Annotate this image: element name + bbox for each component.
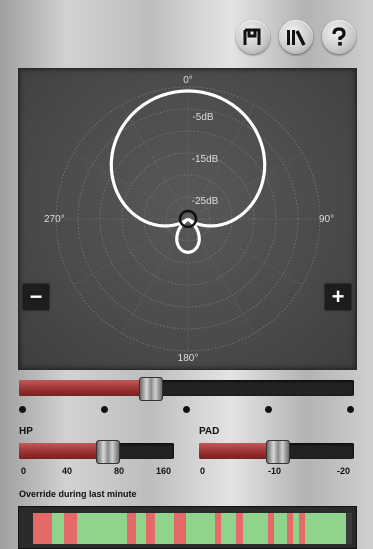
hp-tick-80: 80 [114, 466, 125, 476]
hp-slider[interactable] [19, 440, 174, 464]
history-segment [155, 513, 174, 544]
pad-slider-fill [199, 443, 277, 459]
help-icon [332, 27, 346, 46]
override-history-segments [33, 513, 353, 544]
pattern-slider-fill [19, 380, 150, 396]
pad-slider[interactable] [199, 440, 354, 464]
pattern-slider-thumb[interactable] [138, 377, 163, 401]
history-segment [173, 513, 187, 544]
ring-label-5db: -5dB [192, 112, 213, 123]
pattern-position-dot[interactable] [347, 406, 354, 413]
pattern-slider[interactable] [19, 377, 354, 401]
pattern-position-dot[interactable] [19, 406, 26, 413]
pattern-position-dot[interactable] [183, 406, 190, 413]
pattern-position-dot[interactable] [101, 406, 108, 413]
ring-label-15db: -15dB [192, 154, 219, 165]
history-segment [274, 513, 287, 544]
history-segment [51, 513, 65, 544]
hp-tick-40: 40 [62, 466, 73, 476]
history-segment [305, 513, 346, 544]
hp-tick-160: 160 [156, 466, 172, 476]
hp-slider-fill [19, 443, 108, 459]
angle-label-270: 270° [44, 214, 65, 225]
polar-pattern-display: 0° 90° 180° 270° -5dB -15dB -25dB − + [18, 68, 357, 370]
pad-tick-10: -10 [268, 466, 282, 476]
hp-tick-0: 0 [21, 466, 27, 476]
angle-label-0: 0° [183, 75, 193, 86]
pad-slider-thumb[interactable] [265, 440, 290, 464]
pattern-plus-button[interactable]: + [325, 284, 351, 310]
history-segment [145, 513, 156, 544]
hp-slider-thumb[interactable] [96, 440, 121, 464]
history-segment [186, 513, 215, 544]
history-segment [33, 513, 52, 544]
pad-tick-0: 0 [200, 466, 206, 476]
history-segment [346, 513, 353, 544]
ring-label-25db: -25dB [192, 196, 219, 207]
library-icon [287, 30, 306, 46]
history-segment [126, 513, 137, 544]
angle-label-90: 90° [319, 214, 334, 225]
history-segment [220, 513, 237, 544]
help-button[interactable] [322, 20, 356, 54]
pad-label: PAD [199, 426, 220, 437]
history-segment [242, 513, 268, 544]
angle-label-180: 180° [178, 353, 199, 364]
history-label: Override during last minute [19, 489, 137, 499]
pad-tick-20: -20 [337, 466, 351, 476]
polar-grid: 0° 90° 180° 270° -5dB -15dB -25dB [44, 75, 334, 364]
pattern-minus-button[interactable]: − [23, 284, 49, 310]
save-button[interactable] [236, 20, 270, 54]
pattern-position-dot[interactable] [265, 406, 272, 413]
hp-label: HP [19, 426, 33, 437]
save-icon [243, 28, 261, 45]
history-segment [64, 513, 77, 544]
history-segment [136, 513, 146, 544]
library-button[interactable] [279, 20, 313, 54]
override-history-bar [18, 506, 357, 549]
history-segment [76, 513, 127, 544]
